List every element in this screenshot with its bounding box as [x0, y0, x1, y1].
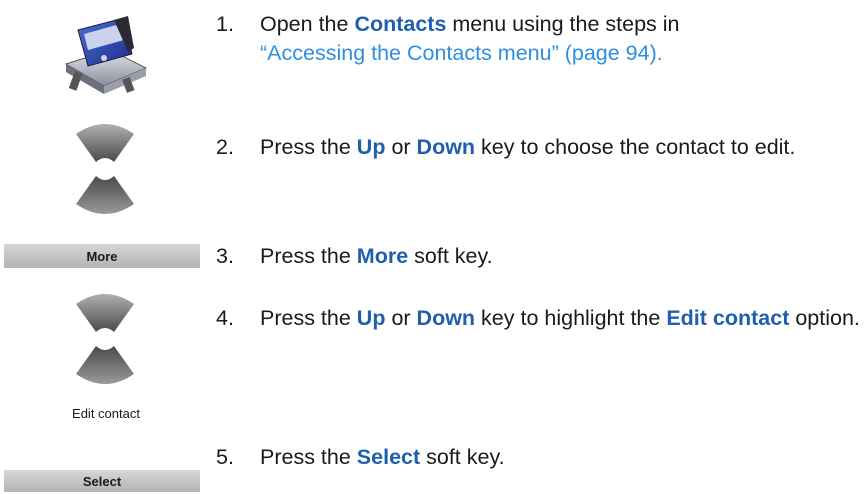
nav-down-key-icon [74, 342, 136, 393]
step-1-text: Open the Contacts menu using the steps i… [260, 10, 860, 68]
step-5-post: soft key. [420, 445, 505, 469]
cordless-phone-charger-icon [64, 16, 148, 94]
step-4-text: Press the Up or Down key to highlight th… [260, 304, 860, 333]
step-4-mid: or [385, 306, 417, 330]
step-4-mid2: key to highlight the [475, 306, 667, 330]
down-keyword: Down [416, 135, 476, 159]
step-1-post: . [656, 41, 663, 65]
step-3-number: 3. [216, 244, 234, 268]
step-1-mid: menu using the steps in [446, 12, 680, 36]
contacts-keyword: Contacts [354, 12, 447, 36]
step-2-text: Press the Up or Down key to choose the c… [260, 133, 860, 162]
step-1-number: 1. [216, 12, 234, 36]
down-keyword: Down [416, 306, 476, 330]
step-4-number: 4. [216, 306, 234, 330]
step-5-number: 5. [216, 445, 234, 469]
phone-illustration [58, 8, 150, 100]
select-softkey[interactable]: Select [4, 470, 200, 492]
nav-up-key-icon [74, 120, 136, 171]
nav-down-key-icon [74, 172, 136, 223]
nav-up-key-icon [74, 290, 136, 341]
screen-caption: Edit contact [72, 406, 140, 421]
step-4-post: option. [789, 306, 860, 330]
edit-contact-keyword: Edit contact [666, 306, 790, 330]
accessing-contacts-link[interactable]: “Accessing the Contacts menu” (page 94) [260, 41, 657, 65]
select-keyword: Select [356, 445, 421, 469]
step-2-pre: Press the [260, 135, 357, 159]
up-keyword: Up [356, 306, 386, 330]
more-softkey[interactable]: More [4, 244, 200, 268]
step-2-mid: or [385, 135, 417, 159]
more-keyword: More [356, 244, 409, 268]
step-2-post: key to choose the contact to edit. [475, 135, 796, 159]
step-5-text: Press the Select soft key. [260, 443, 860, 472]
step-4-pre: Press the [260, 306, 357, 330]
step-1-pre: Open the [260, 12, 355, 36]
step-3-post: soft key. [408, 244, 493, 268]
step-3-text: Press the More soft key. [260, 242, 860, 271]
up-keyword: Up [356, 135, 386, 159]
step-3-pre: Press the [260, 244, 357, 268]
step-2-number: 2. [216, 135, 234, 159]
step-5-pre: Press the [260, 445, 357, 469]
